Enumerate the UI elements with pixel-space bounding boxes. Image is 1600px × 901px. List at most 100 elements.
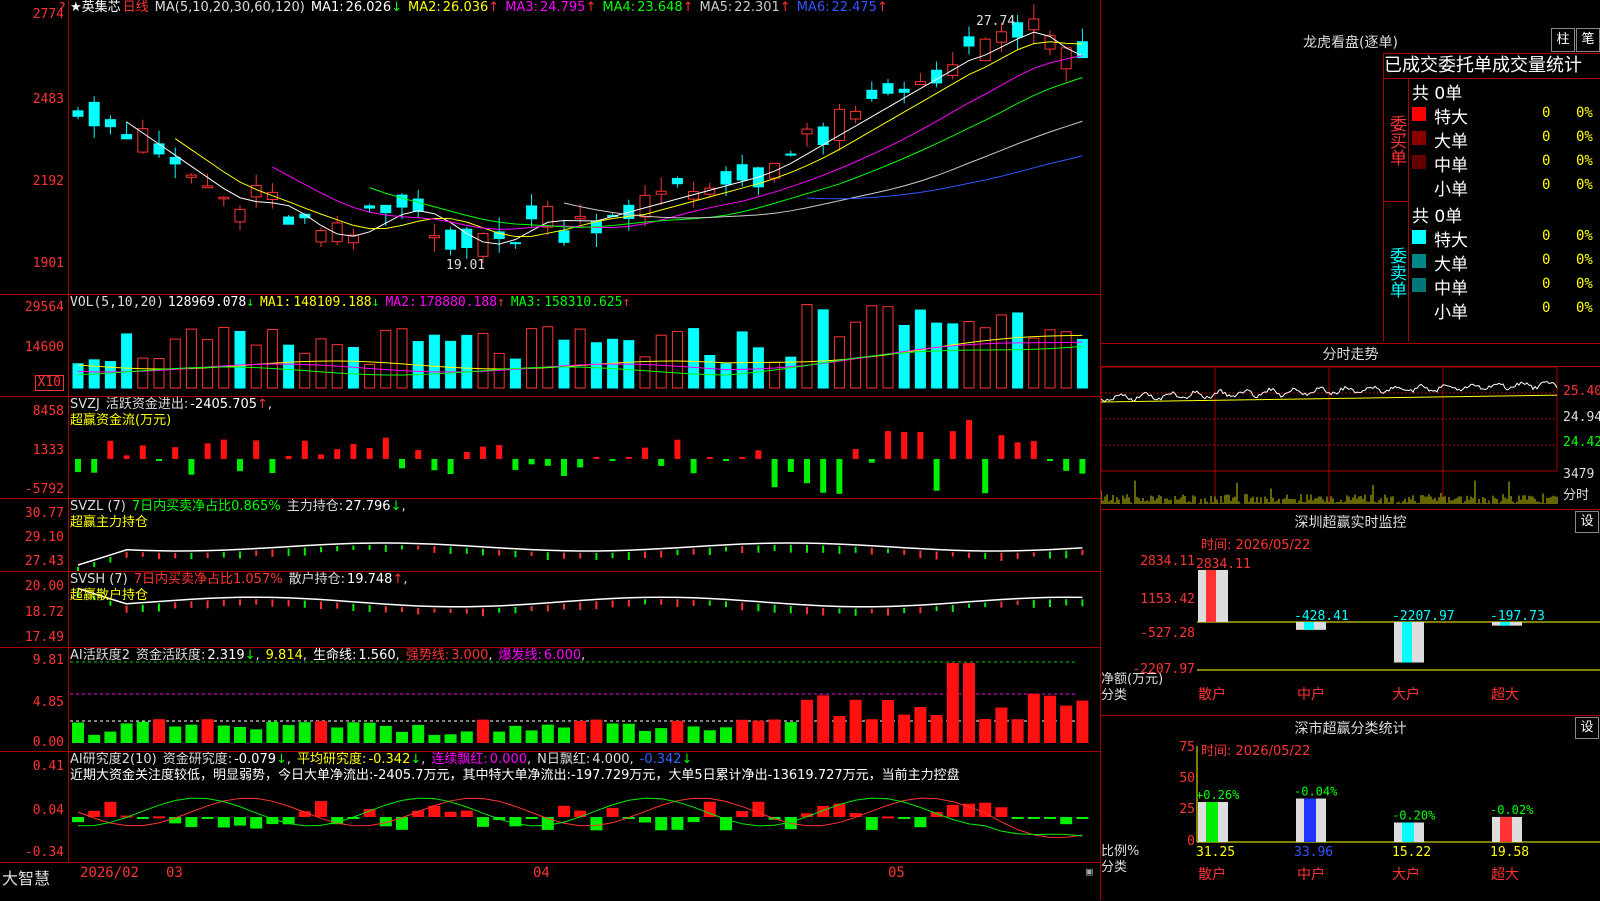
- lhb-bar-button[interactable]: 柱: [1551, 28, 1575, 52]
- activity-bar: [558, 727, 570, 743]
- ai2-panel[interactable]: 0.41 0.04 -0.34 AI研究度2(10) 资金研究度: -0.079↓,…: [0, 752, 1100, 862]
- flow-bar: [172, 447, 179, 459]
- category-label: 中户: [1297, 687, 1325, 703]
- candle-body: [914, 81, 926, 85]
- sz-monitor-panel[interactable]: 深圳超赢实时监控 设 时间: 2026/05/22 2834.11 -428.41…: [1101, 509, 1600, 715]
- activity-bar: [979, 718, 992, 743]
- ma-value: 22.475: [831, 0, 877, 15]
- ma-name: MA5:: [699, 0, 733, 15]
- vol-bar: [688, 328, 700, 389]
- sz-class-panel[interactable]: 深市超赢分类统计 设 时间: 2026/05/22 +0.26% 31.25 -0.…: [1101, 715, 1600, 901]
- svsh-panel[interactable]: 20.00 18.72 17.49 SVSH (7) 7日内买卖净占比1.057%…: [0, 572, 1100, 648]
- tick-bar: [773, 604, 776, 613]
- fenshi-panel[interactable]: 分时走势 25.40 24.94 24.42 3479 分时: [1101, 343, 1600, 509]
- lhb-tabs[interactable]: 已成交委托单成交量统计: [1383, 53, 1600, 79]
- lhb-table: 委买单 共 0单 特大 0 0% 大单 0 0% 中单 0 0% 小单 0 0% 委卖单 共 0单 特…: [1383, 79, 1600, 342]
- vol-bar: [590, 342, 602, 389]
- candle-body: [428, 235, 440, 239]
- tick-bar: [676, 599, 679, 607]
- activity-bar: [509, 725, 522, 743]
- vol-value: 128969.078: [167, 295, 247, 310]
- flow-bar: [706, 457, 713, 459]
- ai2-label: AI研究度2(10): [70, 752, 157, 767]
- activity-bar: [1076, 700, 1089, 743]
- activity-bar: [655, 728, 668, 743]
- vol-bar: [736, 331, 748, 389]
- tick-bar: [1016, 600, 1019, 606]
- ai1-comma2: ,: [302, 648, 308, 663]
- vol-bar: [315, 338, 327, 389]
- tick-bar: [1016, 552, 1019, 559]
- fenshi-chart[interactable]: [1101, 344, 1600, 509]
- tick-bar: [935, 606, 938, 612]
- activity-bar: [525, 730, 538, 743]
- lhb-panel: 龙虎看盘(逐单) 柱 笔 已成交委托单成交量统计 委买单 共 0单 特大 0 0% 大…: [1101, 0, 1600, 342]
- research-bar: [865, 817, 878, 830]
- tick-bar: [579, 602, 582, 610]
- tick-bar: [822, 545, 825, 553]
- svsh-header: SVSH (7) 7日内买卖净占比1.057% 散户持仓: 19.748↑, 超赢散户…: [70, 572, 414, 604]
- bar-value: 2834.11: [1196, 557, 1251, 572]
- date-label: 03: [166, 865, 183, 881]
- ma-value: 148109.188: [293, 295, 372, 310]
- vol-bar: [558, 339, 570, 389]
- research-bar: [606, 807, 619, 817]
- flow-bar: [836, 459, 843, 494]
- svzl-panel[interactable]: 30.77 29.10 27.43 SVZL (7) 7日内买卖净占比0.865%…: [0, 499, 1100, 572]
- bar-value: -428.41: [1294, 609, 1349, 624]
- flow-bar: [204, 443, 211, 459]
- tick-bar: [336, 545, 339, 552]
- lhb-tick-button[interactable]: 笔: [1576, 28, 1600, 52]
- lock-icon[interactable]: ▣: [1086, 865, 1093, 878]
- ai1-header: AI活跃度2 资金活跃度: 2.319↓, 9.814, 生命线: 1.560, 强势线: 3…: [70, 648, 591, 664]
- axis-tick: -527.28: [1140, 626, 1195, 641]
- vol-bar: [866, 305, 878, 389]
- kline-panel[interactable]: 2774 2483 2192 1901 ? ★英集芯 日线 MA(5,10,20,3…: [0, 0, 1100, 295]
- candle-body: [218, 196, 230, 200]
- ai2-arrow3: ↓: [681, 752, 693, 767]
- ai1-panel[interactable]: 9.81 4.85 0.00 AI活跃度2 资金活跃度: 2.319↓, 9.814,…: [0, 648, 1100, 752]
- flow-bar: [285, 455, 292, 459]
- ma-arrow: ↑: [497, 295, 505, 310]
- research-bar: [736, 811, 749, 817]
- tick-bar: [530, 605, 533, 612]
- tick-bar: [158, 603, 160, 612]
- tick-bar: [725, 601, 727, 608]
- stock-name[interactable]: ★英集芯: [70, 0, 121, 15]
- research-bar: [849, 813, 862, 817]
- activity-bar: [801, 699, 813, 743]
- vol-bar: [1060, 331, 1072, 389]
- activity-bar: [930, 715, 943, 743]
- tick-bar: [968, 552, 970, 558]
- svzj-panel[interactable]: 8458 1333 -5792 SVZJ 活跃资金进出: -2405.705↑, 超…: [0, 397, 1100, 499]
- tick-bar: [692, 548, 695, 555]
- tick-bar: [514, 606, 517, 614]
- vol-bar: [445, 340, 457, 389]
- ai2-avg: 平均研究度:: [297, 752, 367, 767]
- svzl-name: 主力持仓:: [286, 499, 344, 514]
- research-bar: [201, 817, 214, 819]
- candle-body: [736, 164, 748, 181]
- sz-monitor-chart[interactable]: 2834.11 -428.41 -2207.97 -197.73: [1101, 510, 1600, 715]
- ai2-comma: ,: [286, 752, 292, 767]
- category-label: 超大: [1491, 867, 1519, 883]
- ma-name: MA3:: [510, 295, 543, 310]
- period-label[interactable]: 日线: [123, 0, 149, 15]
- flow-bar: [593, 457, 600, 459]
- candle-body: [283, 216, 295, 225]
- activity-bar: [185, 724, 198, 743]
- bar-pct: 15.22: [1392, 845, 1431, 860]
- vol-panel[interactable]: 29564 14600 X10 VOL(5,10,20) 128969.078↓ M…: [0, 295, 1100, 397]
- ai1-burst: 爆发线:: [498, 648, 542, 663]
- tick-bar: [806, 607, 808, 615]
- ai1-label: AI活跃度2: [70, 648, 130, 663]
- flow-bar: [156, 459, 162, 461]
- ma-name: MA6:: [796, 0, 830, 15]
- kline-chart[interactable]: [0, 0, 1100, 294]
- tick-bar: [887, 548, 889, 554]
- sell-total: 共 0单: [1412, 207, 1463, 227]
- candle-body: [866, 89, 878, 99]
- flow-bar: [739, 457, 746, 459]
- activity-bar: [250, 729, 263, 743]
- tick-bar: [158, 552, 160, 560]
